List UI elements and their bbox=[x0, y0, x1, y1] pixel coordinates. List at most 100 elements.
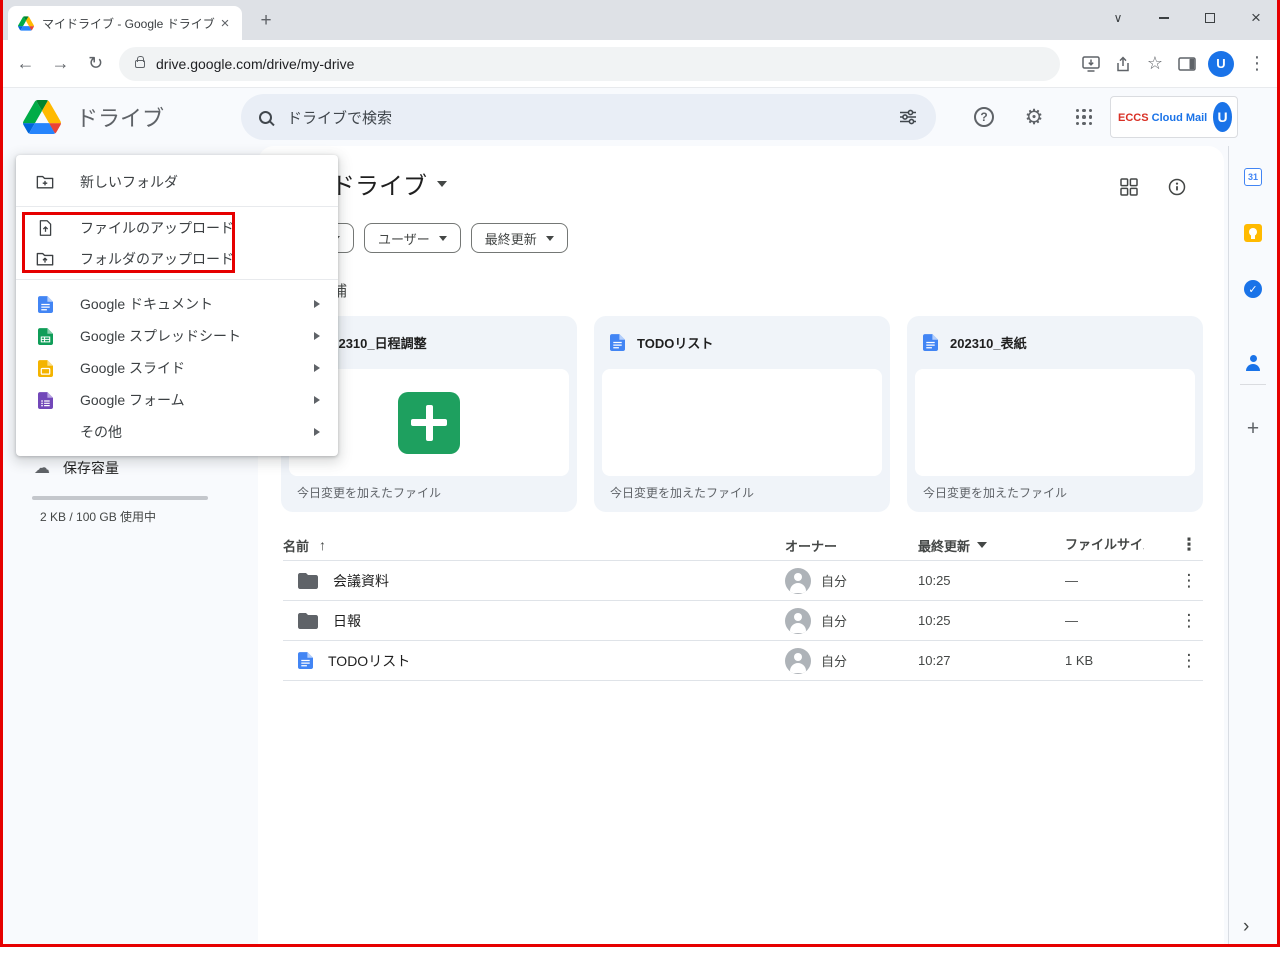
modified-time: 10:27 bbox=[918, 653, 951, 668]
filter-chip-modified[interactable]: 最終更新 bbox=[470, 223, 568, 253]
add-addon-button[interactable]: + bbox=[1242, 417, 1264, 440]
tasks-icon[interactable]: ✓ bbox=[1244, 280, 1262, 298]
menu-item-label: Google スライド bbox=[80, 360, 186, 376]
apps-grid-icon bbox=[1075, 108, 1093, 126]
column-header-size[interactable]: ファイルサイズ bbox=[1065, 534, 1175, 556]
menu-separator bbox=[16, 206, 338, 207]
forward-button[interactable]: → bbox=[43, 47, 78, 81]
side-panel-rail: 31 ✓ + › bbox=[1228, 146, 1277, 944]
settings-button[interactable]: ⚙ bbox=[1022, 105, 1046, 129]
row-kebab-icon[interactable]: ⋮ bbox=[1175, 651, 1203, 671]
grid-view-toggle[interactable] bbox=[1118, 176, 1140, 198]
row-kebab-icon[interactable]: ⋮ bbox=[1175, 571, 1203, 591]
owner-name: 自分 bbox=[821, 574, 848, 589]
card-caption: 今日変更を加えたファイル bbox=[297, 486, 442, 500]
row-kebab-icon[interactable]: ⋮ bbox=[1175, 611, 1203, 631]
card-title: 202310_日程調整 bbox=[324, 336, 427, 351]
sidebar-item-storage[interactable]: ☁ 保存容量 bbox=[34, 458, 119, 478]
google-apps-button[interactable] bbox=[1072, 105, 1096, 129]
filter-chip-people[interactable]: ユーザー bbox=[364, 223, 461, 253]
bookmark-star-icon[interactable]: ☆ bbox=[1140, 48, 1170, 80]
storage-label: 保存容量 bbox=[63, 460, 119, 476]
google-docs-icon bbox=[298, 652, 313, 669]
table-row[interactable]: 日報 自分 10:25 — ⋮ bbox=[283, 601, 1203, 641]
address-bar[interactable]: drive.google.com/drive/my-drive bbox=[119, 46, 1060, 81]
reload-button[interactable]: ↻ bbox=[78, 47, 113, 81]
browser-window: マイドライブ - Google ドライブ × + ∨ × ← → ↻ drive… bbox=[0, 0, 1280, 960]
browser-profile-avatar[interactable]: U bbox=[1208, 50, 1234, 77]
column-header-modified[interactable]: 最終更新 bbox=[918, 536, 1065, 555]
help-icon: ? bbox=[974, 107, 994, 127]
window-minimize-button[interactable] bbox=[1141, 0, 1187, 36]
calendar-icon[interactable]: 31 bbox=[1244, 168, 1262, 186]
window-maximize-button[interactable] bbox=[1187, 0, 1233, 36]
share-icon[interactable] bbox=[1108, 48, 1138, 80]
column-header-name[interactable]: 名前 ↑ bbox=[283, 536, 785, 555]
menu-item-google-docs[interactable]: Google ドキュメント bbox=[16, 288, 338, 320]
window-close-button[interactable]: × bbox=[1233, 0, 1279, 36]
menu-item-new-folder[interactable]: 新しいフォルダ bbox=[16, 163, 338, 201]
menu-item-label: Google スプレッドシート bbox=[80, 328, 242, 344]
browser-toolbar: ← → ↻ drive.google.com/drive/my-drive ☆ … bbox=[0, 40, 1280, 88]
table-row[interactable]: 会議資料 自分 10:25 — ⋮ bbox=[283, 561, 1203, 601]
column-header-owner[interactable]: オーナー bbox=[785, 536, 918, 555]
file-size: — bbox=[1065, 573, 1078, 588]
drive-search-bar[interactable]: ドライブで検索 bbox=[241, 94, 936, 140]
suggested-card[interactable]: 202310_表紙 今日変更を加えたファイル bbox=[907, 316, 1203, 512]
submenu-arrow-icon bbox=[314, 300, 320, 308]
rail-divider bbox=[1240, 384, 1266, 385]
submenu-arrow-icon bbox=[314, 364, 320, 372]
menu-item-file-upload[interactable]: ファイルのアップロード bbox=[16, 212, 338, 243]
menu-item-google-slides[interactable]: Google スライド bbox=[16, 352, 338, 384]
chevron-down-icon bbox=[437, 180, 447, 187]
table-row[interactable]: TODOリスト 自分 10:27 1 KB ⋮ bbox=[283, 641, 1203, 681]
collapse-panel-chevron-icon[interactable]: › bbox=[1243, 916, 1249, 938]
cloud-icon: ☁ bbox=[34, 460, 50, 477]
owner-avatar bbox=[785, 647, 811, 674]
folder-upload-icon bbox=[36, 250, 54, 268]
table-header-row: 名前 ↑ オーナー 最終更新 ファイルサイズ ⋮ bbox=[283, 530, 1203, 561]
browser-tab[interactable]: マイドライブ - Google ドライブ × bbox=[8, 6, 242, 40]
owner-avatar bbox=[785, 567, 811, 594]
contacts-icon[interactable] bbox=[1244, 354, 1262, 372]
new-tab-button[interactable]: + bbox=[252, 7, 280, 35]
account-badge[interactable]: ECCS Cloud Mail U bbox=[1110, 96, 1238, 138]
menu-item-label: 新しいフォルダ bbox=[80, 174, 178, 190]
tab-search-chevron-icon[interactable]: ∨ bbox=[1095, 0, 1141, 36]
card-preview bbox=[915, 369, 1195, 476]
search-options-tune-icon[interactable] bbox=[898, 107, 918, 127]
account-avatar[interactable]: U bbox=[1213, 102, 1232, 132]
menu-item-more[interactable]: その他 bbox=[16, 416, 338, 448]
owner-avatar bbox=[785, 607, 811, 634]
keep-icon[interactable] bbox=[1244, 224, 1262, 242]
sort-descending-icon bbox=[977, 542, 988, 548]
drive-brand[interactable]: ドライブ bbox=[0, 100, 241, 134]
google-docs-icon bbox=[36, 295, 54, 313]
help-button[interactable]: ? bbox=[972, 105, 996, 129]
tab-title: マイドライブ - Google ドライブ bbox=[42, 16, 215, 31]
suggested-card[interactable]: TODOリスト 今日変更を加えたファイル bbox=[594, 316, 890, 512]
file-name: TODOリスト bbox=[328, 652, 411, 669]
tab-close-icon[interactable]: × bbox=[216, 15, 234, 32]
details-info-button[interactable] bbox=[1166, 176, 1188, 198]
menu-item-label: Google フォーム bbox=[80, 392, 185, 408]
table-options-kebab-icon[interactable]: ⋮ bbox=[1175, 535, 1203, 555]
gear-icon: ⚙ bbox=[1024, 105, 1044, 129]
owner-name: 自分 bbox=[821, 654, 848, 669]
menu-item-google-sheets[interactable]: Google スプレッドシート bbox=[16, 320, 338, 352]
search-placeholder: ドライブで検索 bbox=[287, 109, 393, 127]
menu-item-folder-upload[interactable]: フォルダのアップロード bbox=[16, 243, 338, 274]
side-panel-icon[interactable] bbox=[1172, 48, 1202, 80]
menu-item-label: Google ドキュメント bbox=[80, 296, 214, 312]
new-menu: 新しいフォルダ ファイルのアップロード フォルダのアップロード Google ド… bbox=[16, 155, 338, 456]
browser-menu-kebab-icon[interactable]: ⋮ bbox=[1242, 48, 1272, 80]
back-button[interactable]: ← bbox=[8, 47, 43, 81]
menu-item-label: フォルダのアップロード bbox=[80, 250, 234, 267]
install-app-icon[interactable] bbox=[1076, 48, 1106, 80]
lock-icon bbox=[135, 55, 145, 68]
menu-item-label: ファイルのアップロード bbox=[80, 219, 234, 236]
submenu-arrow-icon bbox=[314, 332, 320, 340]
google-sheets-icon bbox=[36, 327, 54, 345]
menu-item-google-forms[interactable]: Google フォーム bbox=[16, 384, 338, 416]
tab-strip: マイドライブ - Google ドライブ × + ∨ × bbox=[0, 0, 1280, 40]
